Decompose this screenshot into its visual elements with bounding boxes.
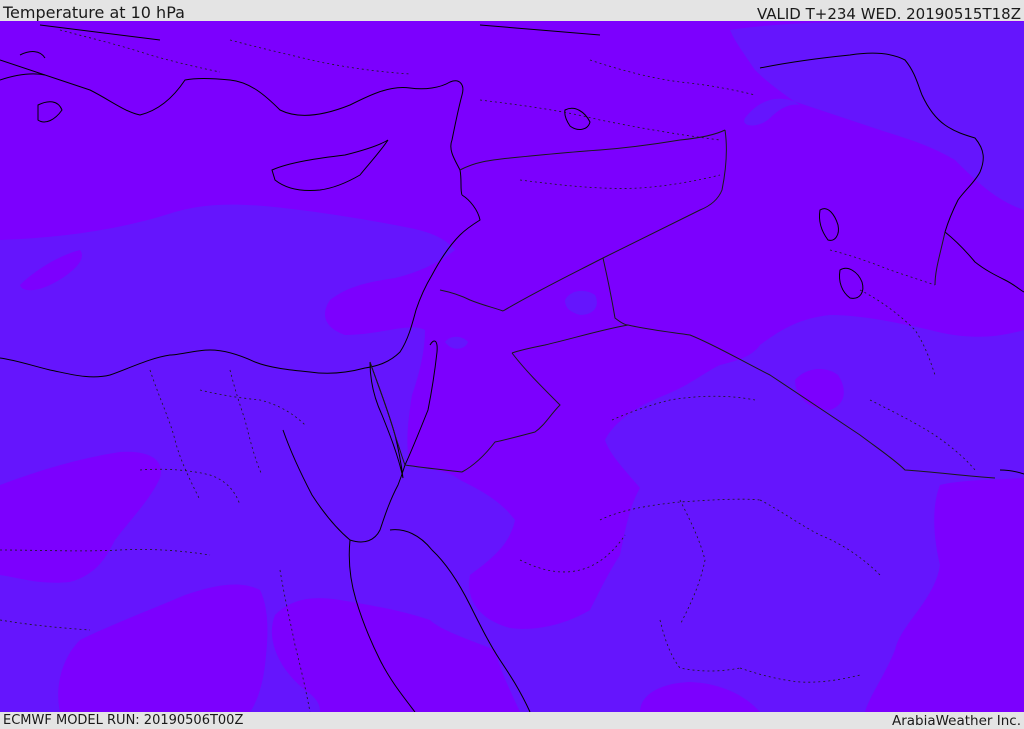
credit-label: ArabiaWeather Inc.	[891, 713, 1021, 729]
footer-bar: ECMWF MODEL RUN: 20190506T00Z ArabiaWeat…	[0, 712, 1024, 729]
map-title: Temperature at 10 hPa	[3, 3, 185, 22]
weather-map[interactable]	[0, 21, 1024, 712]
header-bar: Temperature at 10 hPa VALID T+234 WED. 2…	[0, 0, 1024, 23]
model-run: ECMWF MODEL RUN: 20190506T00Z	[3, 713, 244, 728]
